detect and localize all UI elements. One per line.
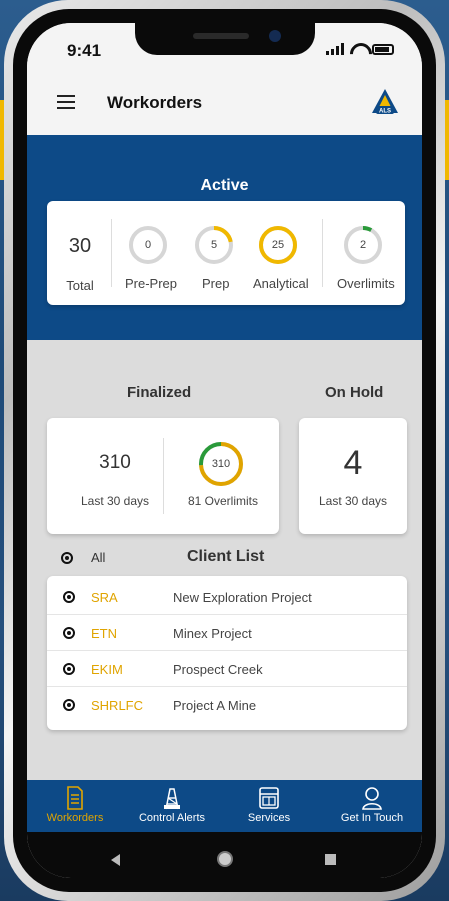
page-title: Workorders [107, 93, 203, 112]
client-radio[interactable] [63, 699, 75, 711]
total-stat: 30 Total [61, 235, 99, 293]
nav-control-alerts[interactable]: Control Alerts [127, 780, 217, 832]
ring-analytical-value: 25 [271, 239, 285, 251]
client-code: EKIM [91, 662, 123, 677]
nav-workorders-label: Workorders [46, 812, 104, 824]
list-item[interactable]: SRA New Exploration Project [47, 579, 407, 615]
nav-get-in-touch[interactable]: Get In Touch [327, 780, 417, 832]
nav-services[interactable]: Services [229, 780, 309, 832]
ring-prep-label: Prep [202, 276, 230, 291]
ring-pre-prep-value: 0 [144, 239, 152, 251]
summary-section: Finalized On Hold 310 Last 30 days 310 8… [27, 340, 422, 780]
client-filter-row: All Client List [61, 548, 401, 570]
status-bar: 9:41 [27, 23, 422, 73]
phone-bezel: 9:41 Workorders ALS Active 30 Total 0 Pr… [13, 9, 436, 892]
finalized-ring-value: 310 [211, 458, 231, 470]
finalized-label: Last 30 days [80, 494, 150, 508]
nav-workorders[interactable]: Workorders [33, 780, 117, 832]
wifi-icon [350, 43, 366, 55]
front-camera [268, 30, 281, 42]
client-name: Project A Mine [173, 698, 257, 713]
list-item[interactable]: ETN Minex Project [47, 615, 407, 651]
nav-control-alerts-label: Control Alerts [138, 812, 206, 824]
on-hold-title: On Hold [325, 384, 384, 401]
ring-overlimits-value: 2 [359, 239, 367, 251]
client-radio[interactable] [63, 627, 75, 639]
speaker-grille [192, 33, 249, 39]
client-radio[interactable] [63, 591, 75, 603]
ring-analytical-label: Analytical [253, 276, 309, 291]
signal-icon [326, 43, 344, 55]
on-hold-card[interactable]: 4 Last 30 days [299, 418, 407, 534]
battery-icon [372, 43, 394, 55]
finalized-overlimits-label: 81 Overlimits [187, 494, 258, 508]
nav-services-label: Services [247, 812, 291, 824]
ring-prep-value: 5 [210, 239, 218, 251]
list-item[interactable]: EKIM Prospect Creek [47, 651, 407, 687]
divider [163, 438, 164, 514]
document-icon [67, 786, 83, 810]
active-title: Active [200, 177, 249, 194]
client-name: Prospect Creek [173, 662, 263, 677]
divider [111, 219, 112, 287]
total-value: 30 [68, 235, 92, 257]
divider [322, 219, 323, 287]
ring-overlimits-label: Overlimits [337, 276, 395, 291]
notch [134, 23, 315, 55]
hamburger-menu-icon[interactable] [57, 95, 75, 109]
recent-apps-icon[interactable] [325, 854, 336, 865]
svg-text:ALS: ALS [379, 109, 391, 115]
active-section: Active 30 Total 0 Pre-Prep 5 Prep 25 Ana… [27, 135, 422, 340]
als-logo: ALS [372, 89, 398, 115]
on-hold-label: Last 30 days [318, 494, 388, 508]
all-radio[interactable] [61, 552, 73, 564]
phone-screen: 9:41 Workorders ALS Active 30 Total 0 Pr… [27, 23, 422, 878]
status-time: 9:41 [67, 41, 102, 60]
person-icon [362, 787, 382, 810]
client-radio[interactable] [63, 663, 75, 675]
system-navigation-bar [27, 832, 422, 878]
ring-pre-prep-label: Pre-Prep [125, 276, 178, 291]
on-hold-value: 4 [343, 444, 363, 482]
tower-icon [164, 788, 180, 810]
total-label: Total [66, 278, 94, 293]
back-icon[interactable] [111, 854, 120, 866]
app-header: Workorders ALS [27, 73, 422, 135]
client-code: ETN [91, 626, 117, 641]
list-item[interactable]: SHRLFC Project A Mine [47, 687, 407, 723]
finalized-card[interactable]: 310 Last 30 days 310 81 Overlimits [47, 418, 279, 534]
active-card[interactable]: 30 Total 0 Pre-Prep 5 Prep 25 Analytical [47, 201, 405, 305]
client-name: New Exploration Project [173, 590, 312, 605]
finalized-title: Finalized [127, 384, 192, 401]
home-icon[interactable] [217, 851, 233, 867]
all-label[interactable]: All [91, 550, 105, 565]
phone-frame: 9:41 Workorders ALS Active 30 Total 0 Pr… [4, 0, 445, 901]
system-icons [326, 43, 394, 55]
nav-get-in-touch-label: Get In Touch [340, 812, 404, 824]
client-name: Minex Project [173, 626, 252, 641]
bottom-nav: Workorders Control Alerts Services Get I… [27, 780, 422, 832]
client-code: SRA [91, 590, 118, 605]
finalized-value: 310 [99, 452, 131, 473]
client-list: SRA New Exploration Project ETN Minex Pr… [47, 576, 407, 730]
services-icon [259, 787, 279, 809]
client-code: SHRLFC [91, 698, 144, 713]
client-list-title: Client List [187, 548, 265, 565]
